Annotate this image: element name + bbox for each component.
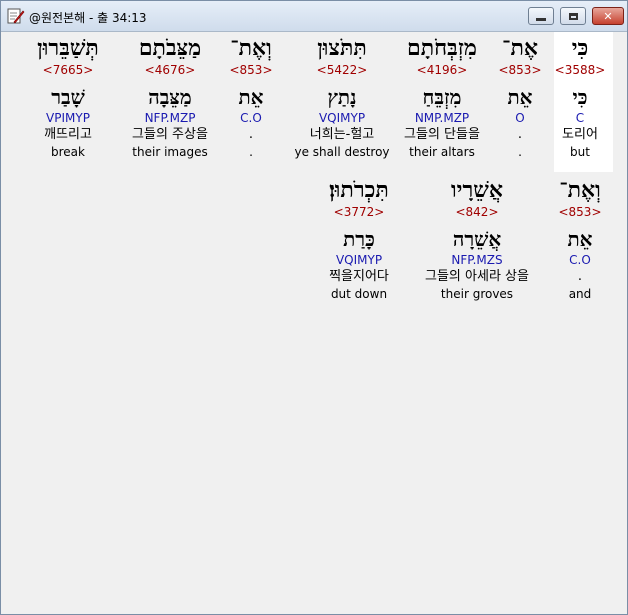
strong-number[interactable]: <842> <box>417 204 537 220</box>
hebrew-word: תְּשַׁבֵּרוּן <box>37 35 99 61</box>
hebrew-word: אֲשֵׁרָיו <box>451 177 503 203</box>
title-bar[interactable]: @원전본해 - 출 34:13 ✕ <box>1 1 627 32</box>
hebrew-word: תִּכְרֹתוּן׃ <box>329 177 389 203</box>
morphology-code: NFP.MZP <box>144 111 196 125</box>
hebrew-word: מַצֵּבֹתָם <box>138 35 202 61</box>
app-pen-icon <box>7 8 25 24</box>
morphology-code: VQIMYP <box>335 253 383 267</box>
english-gloss: their images <box>132 145 208 159</box>
strong-number[interactable]: <7665> <box>8 62 128 78</box>
word-column[interactable]: אֲשֵׁרָיו <842> אֲשֵׁרָה NFP.MZS 그들의 아세라 상을 t… <box>417 176 537 302</box>
minimize-button[interactable] <box>528 7 554 25</box>
english-gloss: dut down <box>330 287 388 301</box>
interlinear-panel: כִּי <3588> כִּי C 도리어 but אֶת־ <853> אֵת O.. מִזְ… <box>5 32 625 612</box>
korean-gloss: 찍을지어다 <box>329 269 389 284</box>
lexical-root: מַצֵּבָה <box>148 85 192 109</box>
close-icon: ✕ <box>603 9 613 23</box>
close-button[interactable]: ✕ <box>592 7 624 25</box>
maximize-button[interactable] <box>560 7 586 25</box>
morphology-code: NFP.MZS <box>451 253 503 267</box>
word-column[interactable]: תִּכְרֹתוּן׃ <3772> כָּרַת VQIMYP 찍을지어다 dut d… <box>299 176 419 302</box>
lexical-root: כָּרַת <box>343 227 375 251</box>
korean-gloss: 그들의 아세라 상을 <box>425 269 529 284</box>
morphology-code: VPIMYP <box>46 111 90 125</box>
maximize-icon <box>568 12 578 20</box>
window-title: @원전본해 - 출 34:13 <box>29 11 147 25</box>
strong-number[interactable]: <3772> <box>299 204 419 220</box>
english-gloss: their groves <box>440 287 514 301</box>
korean-gloss: 그들의 주상을 <box>132 127 208 142</box>
lexical-root: שָׁבַר <box>51 85 85 109</box>
lexical-root: אֲשֵׁרָה <box>452 227 502 251</box>
strong-number[interactable]: <4676> <box>110 62 230 78</box>
minimize-icon <box>536 17 546 21</box>
korean-gloss: 깨뜨리고 <box>44 127 92 142</box>
word-column[interactable]: מַצֵּבֹתָם <4676> מַצֵּבָה NFP.MZP 그들의 주상을 th… <box>110 34 230 160</box>
english-gloss: break <box>51 145 85 159</box>
word-column[interactable]: תְּשַׁבֵּרוּן <7665> שָׁבַר VPIMYP 깨뜨리고 break <box>8 34 128 160</box>
main-window: @원전본해 - 출 34:13 ✕ כִּי <3588> כִּי C 도리어 but א… <box>0 0 628 615</box>
